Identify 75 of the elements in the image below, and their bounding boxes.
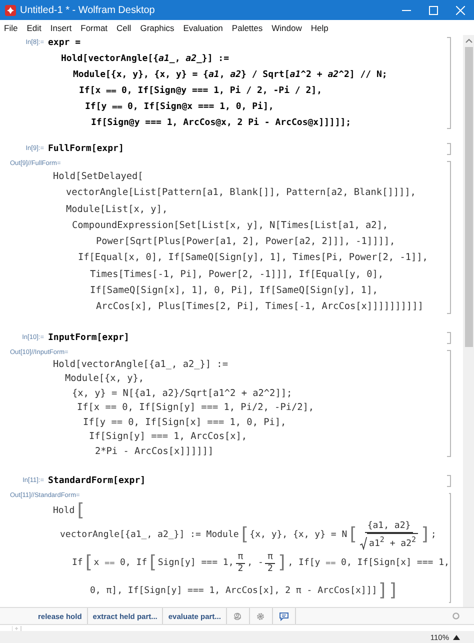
code-line: Power[Sqrt[Plus[Power[a1, 2], Power[a2, 2]]], -1]]]], (95, 235, 396, 250)
menu-item[interactable]: Edit (26, 22, 42, 32)
bracket: [ (238, 525, 250, 546)
scroll-up-icon[interactable] (464, 37, 472, 45)
code-line: vectorAngle[List[Pattern[a1, Blank[]], Pattern[a2, Blank[]]]], (65, 186, 417, 200)
code-line: If[Sign[y] === 1, ArcCos[x], (88, 430, 248, 444)
code-text: Hold (53, 506, 75, 516)
code-text: x ⩵ 0, If (94, 558, 148, 568)
code-text: {x, y}, {x, y} = N (250, 530, 348, 540)
cell-bracket[interactable] (447, 161, 451, 314)
code-line: {x, y} = N[{a1, a2}/Sqrt[a1^2 + a2^2]]; (71, 386, 294, 401)
speech-bubble-icon[interactable] (278, 612, 289, 620)
code-line: Module[{x, y}, (64, 372, 146, 386)
fraction: π 2 (265, 552, 275, 575)
code-line: If[Equal[x, 0], If[SameQ[Sign[y], 1], Times[Pi, Power[2, -1]], (77, 251, 429, 266)
scrollbar-thumb[interactable] (464, 47, 472, 347)
bracket: ] (388, 581, 399, 602)
bracket: [ (74, 501, 86, 522)
menu-item[interactable]: File (4, 22, 18, 32)
menu-item[interactable]: Insert (50, 22, 72, 32)
menu-item[interactable]: Help (310, 22, 328, 32)
bracket: [ (82, 553, 94, 574)
code-text: Sign[y] === 1, (158, 558, 234, 568)
code-text: ; (430, 530, 436, 540)
cell-bracket[interactable] (447, 37, 451, 129)
maximize-icon[interactable] (429, 6, 438, 14)
menu-item[interactable]: Format (80, 22, 108, 32)
fraction: {a1, a2} a1$^{2}$ + a2$^{2}$ (360, 520, 418, 550)
bracket: [ (147, 553, 158, 574)
code-text: , If[y ⩵ 0, If[Sign[x] === 1, (288, 558, 450, 568)
code-line: If[SameQ[Sign[x], 1], 0, Pi], If[SameQ[Sign[y], 1], (89, 284, 379, 298)
menu-item[interactable]: Window (272, 22, 302, 32)
code-line: ArcCos[x], Plus[Times[2, Pi], Times[-1, ArcCos[x]]]]]]]]]] (95, 300, 424, 314)
fraction: π 2 (236, 552, 246, 575)
code-line: If[y == 0, If[Sign[x] === 1, 0, Pi], (82, 416, 288, 430)
app-icon (5, 4, 16, 16)
bracket: ] (276, 553, 288, 574)
code-line: If[x == 0, If[Sign[y] === 1, Pi/2, -Pi/2], (76, 401, 316, 416)
code-line: expr = (48, 37, 82, 50)
code-line: Hold[vectorAngle[{a1_, a2_}] := (53, 358, 229, 372)
code-line: CompoundExpression[Set[List[x, y], N[Times[List[a1, a2], (71, 218, 390, 233)
cell-bracket[interactable] (447, 475, 451, 488)
menu-item[interactable]: Palettes (232, 22, 263, 32)
zoom-menu-icon[interactable] (453, 634, 460, 640)
bracket: [ (347, 525, 358, 546)
code-line: If[y ⩵ 0, If[Sign@x === 1, 0, Pi], (84, 100, 275, 114)
code-line: Module[{x, y}, {x, y} = {a1, a2} / Sqrt[a1^2 + a2^2] // N; (72, 69, 388, 82)
settings-icon[interactable] (452, 612, 460, 620)
code-line: If[x ⩵ 0, If[Sign@y === 1, Pi / 2, -Pi / 2], (78, 84, 323, 98)
cell-bracket[interactable] (447, 332, 451, 344)
code-line: Hold[SetDelayed[ (53, 170, 144, 184)
code-line: 2*Pi - ArcCos[x]]]]]] (94, 444, 215, 459)
code-text: If (72, 558, 83, 568)
menu-item[interactable]: Graphics (140, 22, 174, 32)
code-text: 0, π], If[Sign[y] === 1, ArcCos[x], 2 π - ArcCos[x]]] (90, 586, 378, 596)
code-line: Times[Times[-1, Pi], Power[2, -1]]], If[Equal[y, 0], (89, 268, 384, 282)
code-line: FullForm[expr] (48, 143, 124, 156)
bracket: ] (377, 581, 388, 602)
cell-bracket[interactable] (447, 350, 451, 458)
cell-bracket[interactable] (447, 143, 451, 155)
code-line: Hold[vectorAngle[{a1_, a2_}] := (60, 53, 230, 66)
code-line: InputForm[expr] (48, 332, 130, 345)
menu-item[interactable]: Cell (116, 22, 132, 32)
window-title: Untitled-1 * - Wolfram Desktop (20, 4, 156, 16)
code-text: vectorAngle[{a1_, a2_}] := Module (60, 530, 239, 540)
close-icon[interactable] (456, 6, 465, 14)
code-line: Module[List[x, y], (65, 202, 169, 217)
gear-icon[interactable] (256, 612, 266, 620)
scrollbar[interactable] (463, 35, 474, 607)
code-line: If[Sign@y === 1, ArcCos@x, 2 Pi - ArcCos@x]]]]]; (90, 116, 352, 130)
bracket: ] (420, 525, 431, 546)
code-line: StandardForm[expr] (48, 475, 146, 488)
spiral-icon[interactable] (233, 612, 242, 620)
menu-item[interactable]: Evaluation (183, 22, 223, 32)
code-text: , - (247, 558, 264, 568)
